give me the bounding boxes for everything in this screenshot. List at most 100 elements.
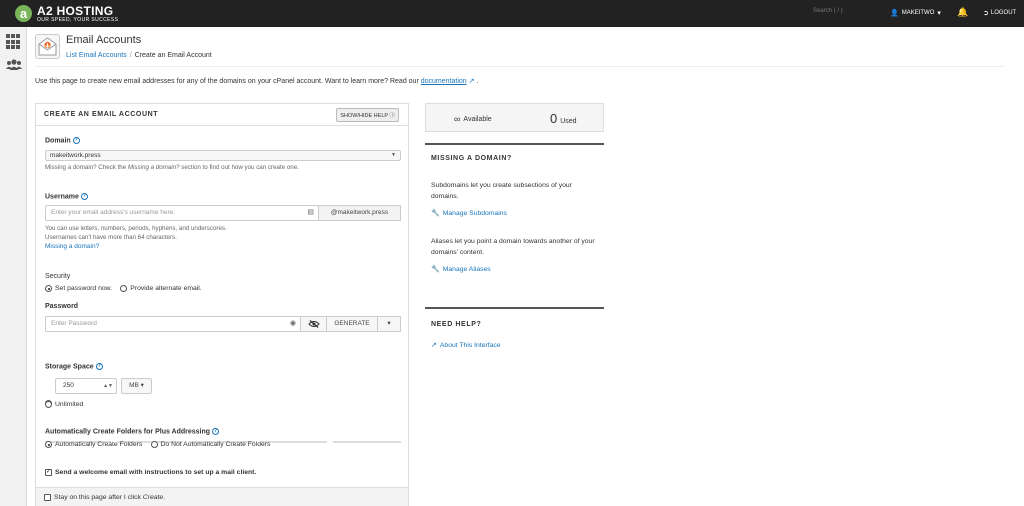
domain-label: Domain? bbox=[45, 137, 80, 144]
radio-selected bbox=[45, 285, 52, 292]
storage-unit-label: MB bbox=[129, 382, 139, 389]
storage-quota-input[interactable]: 250 ▲▼ bbox=[55, 378, 117, 394]
stay-suffix: . bbox=[163, 494, 166, 501]
apps-grid-icon[interactable] bbox=[6, 34, 22, 50]
key-icon: ◉ bbox=[289, 320, 296, 327]
page-title: Email Accounts bbox=[66, 34, 142, 46]
generate-options-dropdown[interactable]: ▾ bbox=[377, 316, 401, 332]
brand-tagline: OUR SPEED, YOUR SUCCESS bbox=[37, 16, 119, 23]
password-input[interactable]: Enter Password ◉ bbox=[45, 316, 301, 332]
stay-italic: Create bbox=[142, 494, 164, 501]
set-password-radio[interactable]: Set password now. bbox=[45, 285, 112, 292]
storage-unlimited-radio[interactable]: Unlimited bbox=[45, 401, 83, 408]
manage-subdomains-link[interactable]: 🔧 Manage Subdomains bbox=[431, 209, 507, 218]
infinity-icon: ∞ bbox=[454, 114, 461, 124]
username-domain-suffix: @makeitwork.press bbox=[318, 205, 401, 221]
manage-aliases-link[interactable]: 🔧 Manage Aliases bbox=[431, 265, 491, 274]
external-link-icon: ↗ bbox=[468, 78, 475, 85]
caret-down-icon: ▾ bbox=[140, 382, 144, 389]
about-interface-link[interactable]: ↗ About This Interface bbox=[431, 341, 501, 350]
username-help-line1: You can use letters, numbers, periods, h… bbox=[45, 225, 227, 232]
storage-help-icon[interactable]: ? bbox=[95, 363, 103, 370]
manage-subdomains-label: Manage Subdomains bbox=[442, 209, 507, 217]
logout-label: LOGOUT bbox=[990, 10, 1017, 16]
welcome-email-checkbox[interactable]: ✓ Send a welcome email with instructions … bbox=[45, 469, 256, 476]
password-placeholder: Enter Password bbox=[51, 320, 97, 327]
need-help-heading: NEED HELP? bbox=[431, 321, 482, 328]
subdomains-text: Subdomains let you create subsections of… bbox=[431, 182, 572, 200]
storage-label: Storage Space? bbox=[45, 363, 103, 370]
section-divider bbox=[425, 307, 604, 309]
user-menu[interactable]: 👤 MAKEITWO ▾ bbox=[890, 9, 941, 17]
password-label: Password bbox=[45, 303, 79, 310]
storage-unit-dropdown[interactable]: MB ▾ bbox=[121, 378, 152, 394]
username-input[interactable]: Enter your email address's username here… bbox=[45, 205, 319, 221]
aliases-text: Aliases let you point a domain towards a… bbox=[431, 238, 595, 256]
domain-select-value: makeitwork.press bbox=[50, 152, 101, 159]
available-stat: ∞ Available bbox=[454, 114, 492, 124]
generate-password-button[interactable]: GENERATE bbox=[326, 316, 378, 332]
alternate-email-label: Provide alternate email. bbox=[130, 285, 202, 292]
password-strength-segment bbox=[261, 441, 327, 443]
users-icon[interactable] bbox=[6, 59, 22, 75]
alternate-email-radio[interactable]: Provide alternate email. bbox=[120, 285, 202, 292]
toggle-password-visibility-button[interactable] bbox=[300, 316, 327, 332]
domain-label-text: Domain bbox=[45, 137, 71, 145]
used-stat: 0 Used bbox=[550, 111, 577, 126]
question-circle-icon: ⓘ bbox=[389, 112, 395, 119]
radio-selected bbox=[45, 441, 52, 448]
domain-select[interactable]: makeitwork.press ▼ bbox=[45, 150, 401, 161]
stay-prefix: Stay on this page after I click bbox=[54, 494, 141, 501]
missing-domain-link[interactable]: Missing a domain? bbox=[45, 243, 99, 250]
username-label: MAKEITWO bbox=[901, 10, 935, 16]
user-icon: 👤 bbox=[890, 10, 899, 17]
security-label: Security bbox=[45, 273, 71, 280]
search-input[interactable]: Search ( / ) bbox=[813, 8, 843, 14]
storage-unlimited-option: Unlimited bbox=[45, 401, 83, 410]
section-divider bbox=[425, 143, 604, 145]
logout-icon: ➲ bbox=[983, 10, 989, 17]
stay-on-page-label: Stay on this page after I click Create. bbox=[54, 494, 165, 501]
breadcrumb-current: Create an Email Account bbox=[134, 52, 212, 59]
domain-help-icon[interactable]: ? bbox=[72, 137, 80, 144]
brand-logo[interactable]: a A2 HOSTING OUR SPEED, YOUR SUCCESS bbox=[15, 5, 118, 23]
logout-button[interactable]: ➲ LOGOUT bbox=[983, 9, 1016, 17]
brand-name: A2 HOSTING bbox=[37, 3, 114, 18]
documentation-link[interactable]: documentation bbox=[421, 78, 467, 85]
bell-icon[interactable]: 🔔 bbox=[957, 7, 968, 18]
radio-unselected bbox=[150, 441, 158, 448]
username-help-icon[interactable]: ? bbox=[80, 193, 88, 200]
domain-help-italic: Missing a domain? bbox=[127, 164, 180, 171]
wrench-icon: 🔧 bbox=[431, 266, 440, 273]
account-stats: ∞ Available 0 Used bbox=[425, 103, 604, 132]
plus-addressing-options: Automatically Create Folders Do Not Auto… bbox=[45, 441, 270, 450]
no-auto-create-folders-label: Do Not Automatically Create Folders bbox=[160, 441, 271, 448]
number-stepper-icon[interactable]: ▲▼ bbox=[103, 379, 113, 393]
email-accounts-icon bbox=[35, 34, 60, 59]
available-label: Available bbox=[463, 115, 492, 123]
username-help-line2: Usernames can't have more than 64 charac… bbox=[45, 234, 177, 241]
password-strength-segment bbox=[333, 441, 401, 443]
eye-slash-icon bbox=[307, 320, 320, 328]
stay-on-page-checkbox[interactable]: Stay on this page after I click Create. bbox=[44, 494, 165, 501]
show-hide-help-button[interactable]: SHOW/HIDE HELP ⓘ bbox=[336, 107, 399, 122]
domain-help-prefix: Missing a domain? Check the bbox=[45, 164, 127, 171]
create-email-panel: CREATE AN EMAIL ACCOUNT SHOW/HIDE HELP ⓘ… bbox=[35, 103, 409, 506]
breadcrumb-list-email-accounts[interactable]: List Email Accounts bbox=[66, 52, 127, 59]
help-button-label: SHOW/HIDE HELP bbox=[340, 112, 388, 119]
plus-addressing-help-icon[interactable]: ? bbox=[212, 428, 220, 435]
plus-addressing-label-text: Automatically Create Folders for Plus Ad… bbox=[45, 428, 211, 436]
no-auto-create-folders-radio[interactable]: Do Not Automatically Create Folders bbox=[150, 441, 271, 448]
used-label: Used bbox=[560, 118, 577, 125]
breadcrumb: List Email Accounts / Create an Email Acco… bbox=[66, 52, 212, 59]
external-link-icon: ↗ bbox=[431, 342, 437, 349]
domain-help-text: Missing a domain? Check the Missing a do… bbox=[45, 163, 299, 172]
welcome-email-option: ✓ Send a welcome email with instructions … bbox=[45, 466, 256, 476]
sidebar bbox=[0, 27, 27, 506]
set-password-label: Set password now. bbox=[55, 285, 113, 292]
form-footer: Stay on this page after I click Create. bbox=[36, 487, 408, 506]
missing-domain-heading: MISSING A DOMAIN? bbox=[431, 155, 512, 162]
auto-create-folders-radio[interactable]: Automatically Create Folders bbox=[45, 441, 142, 448]
manage-aliases-label: Manage Aliases bbox=[442, 265, 491, 273]
select-arrow-icon: ▼ bbox=[391, 152, 396, 158]
